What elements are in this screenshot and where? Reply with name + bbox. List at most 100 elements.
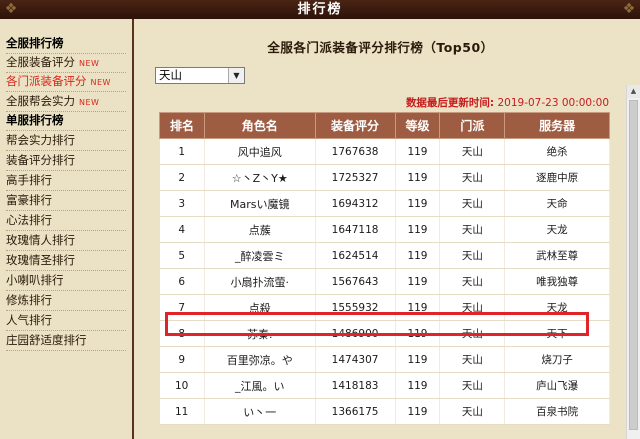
sidebar-item-wealth[interactable]: 富豪排行 xyxy=(6,191,126,211)
cell-sect: 天山 xyxy=(439,138,506,165)
col-header-level: 等级 xyxy=(394,112,441,139)
cell-name: _江風。い xyxy=(204,372,316,399)
table-row: 1 风中追风 1767638 119 天山 绝杀 xyxy=(159,138,610,165)
cell-server: 唯我独尊 xyxy=(504,268,610,295)
col-header-score: 装备评分 xyxy=(314,112,396,139)
cell-level: 119 xyxy=(395,346,441,373)
cell-rank: 7 xyxy=(159,294,205,321)
sidebar-item-master[interactable]: 高手排行 xyxy=(6,171,126,191)
table-row: 5 _醉凌雲ミ 1624514 119 天山 武林至尊 xyxy=(159,242,610,269)
cell-server: 庐山飞瀑 xyxy=(504,372,610,399)
cell-rank: 8 xyxy=(159,320,205,347)
scroll-up-icon[interactable]: ▲ xyxy=(627,85,640,98)
cell-name: 点殺 xyxy=(204,294,316,321)
cell-name: 点蔟 xyxy=(204,216,316,243)
cell-rank: 6 xyxy=(159,268,205,295)
right-strip xyxy=(627,19,640,85)
cell-score: 1474307 xyxy=(315,346,396,373)
cell-level: 119 xyxy=(395,372,441,399)
new-badge: NEW xyxy=(79,98,100,107)
table-row: 10 _江風。い 1418183 119 天山 庐山飞瀑 xyxy=(159,372,610,399)
cell-name: Marsい魔镜 xyxy=(204,190,316,217)
sidebar-item-mind-method[interactable]: 心法排行 xyxy=(6,211,126,231)
cell-score: 1647118 xyxy=(315,216,396,243)
cell-score: 1725327 xyxy=(315,164,396,191)
cell-level: 119 xyxy=(395,398,441,425)
table-row: 11 い丶一 1366175 119 天山 百泉书院 xyxy=(159,398,610,425)
table-header-row: 排名 角色名 装备评分 等级 门派 服务器 xyxy=(159,112,610,139)
sidebar-heading-global: 全服排行榜 xyxy=(6,34,126,54)
cell-level: 119 xyxy=(395,190,441,217)
ranking-title: 全服各门派装备评分排行榜（Top50） xyxy=(267,40,494,55)
cell-score: 1624514 xyxy=(315,242,396,269)
cell-rank: 4 xyxy=(159,216,205,243)
update-time-line: 数据最后更新时间: 2019-07-23 00:00:00 xyxy=(406,95,609,110)
cell-sect: 天山 xyxy=(439,346,506,373)
cell-server: 百泉书院 xyxy=(504,398,610,425)
scrollbar-thumb[interactable] xyxy=(629,100,638,430)
table-row: 9 百里弥凉。や 1474307 119 天山 烧刀子 xyxy=(159,346,610,373)
cell-name: い丶一 xyxy=(204,398,316,425)
page-title: 排行榜 xyxy=(297,2,343,17)
chevron-down-icon[interactable]: ▼ xyxy=(228,68,244,83)
cell-sect: 天山 xyxy=(439,268,506,295)
cell-level: 119 xyxy=(395,138,441,165)
new-badge: NEW xyxy=(79,59,100,68)
cell-level: 119 xyxy=(395,320,441,347)
title-bar: ❖ 排行榜 ❖ xyxy=(0,0,640,20)
cell-sect: 天山 xyxy=(439,242,506,269)
sidebar-item-global-equip-score[interactable]: 全服装备评分 NEW xyxy=(6,53,126,73)
cell-name: _醉凌雲ミ xyxy=(204,242,316,269)
cell-server: 天龙 xyxy=(504,294,610,321)
cell-sect: 天山 xyxy=(439,190,506,217)
cell-score: 1567643 xyxy=(315,268,396,295)
cell-server: 逐鹿中原 xyxy=(504,164,610,191)
vertical-scrollbar[interactable]: ▲ xyxy=(626,85,640,439)
sidebar-item-rose-saint[interactable]: 玫瑰情圣排行 xyxy=(6,251,126,271)
cell-score: 1418183 xyxy=(315,372,396,399)
sidebar-item-speaker[interactable]: 小喇叭排行 xyxy=(6,271,126,291)
table-row: 4 点蔟 1647118 119 天山 天龙 xyxy=(159,216,610,243)
cell-score: 1555932 xyxy=(315,294,396,321)
update-time-value: 2019-07-23 00:00:00 xyxy=(494,97,609,109)
main-panel: 全服各门派装备评分排行榜（Top50） 天山 ▼ 数据最后更新时间: 2019-… xyxy=(134,19,627,439)
sidebar-item-manor-comfort[interactable]: 庄园舒适度排行 xyxy=(6,331,126,351)
sidebar-item-cultivation[interactable]: 修炼排行 xyxy=(6,291,126,311)
col-header-sect: 门派 xyxy=(439,112,506,139)
table-row: 7 点殺 1555932 119 天山 天龙 xyxy=(159,294,610,321)
cell-sect: 天山 xyxy=(439,398,506,425)
col-header-rank: 排名 xyxy=(159,112,205,139)
cell-rank: 1 xyxy=(159,138,205,165)
cell-sect: 天山 xyxy=(439,164,506,191)
cell-score: 1486900 xyxy=(315,320,396,347)
sidebar-heading-server: 单服排行榜 xyxy=(6,111,126,131)
cell-rank: 10 xyxy=(159,372,205,399)
sidebar-item-equip-score[interactable]: 装备评分排行 xyxy=(6,151,126,171)
cell-server: 武林至尊 xyxy=(504,242,610,269)
sidebar-item-rose-lover[interactable]: 玫瑰情人排行 xyxy=(6,231,126,251)
cell-rank: 2 xyxy=(159,164,205,191)
cell-name: 苏秦. xyxy=(204,320,316,347)
cell-rank: 11 xyxy=(159,398,205,425)
sidebar-item-global-guild-power[interactable]: 全服帮会实力 NEW xyxy=(6,92,126,112)
table-row: 8 苏秦. 1486900 119 天山 天下 xyxy=(159,320,610,347)
cell-name: 风中追风 xyxy=(204,138,316,165)
sidebar-item-guild-power[interactable]: 帮会实力排行 xyxy=(6,131,126,151)
cell-score: 1767638 xyxy=(315,138,396,165)
ornament-right-icon: ❖ xyxy=(622,1,636,17)
cell-server: 烧刀子 xyxy=(504,346,610,373)
cell-name: 百里弥凉。や xyxy=(204,346,316,373)
col-header-name: 角色名 xyxy=(203,112,316,139)
cell-server: 天龙 xyxy=(504,216,610,243)
ranking-table: 排名 角色名 装备评分 等级 门派 服务器 1 风中追风 1767638 119 天山绝… xyxy=(159,112,610,425)
cell-server: 天命 xyxy=(504,190,610,217)
table-row: 2 ☆丶Z丶Y★ 1725327 119 天山 逐鹿中原 xyxy=(159,164,610,191)
sidebar-item-popularity[interactable]: 人气排行 xyxy=(6,311,126,331)
table-row: 3 Marsい魔镜 1694312 119 天山 天命 xyxy=(159,190,610,217)
cell-level: 119 xyxy=(395,216,441,243)
cell-level: 119 xyxy=(395,242,441,269)
cell-sect: 天山 xyxy=(439,320,506,347)
sect-select[interactable]: 天山 ▼ xyxy=(155,67,245,84)
sidebar-item-sect-equip-score[interactable]: 各门派装备评分 NEW xyxy=(6,72,126,92)
cell-sect: 天山 xyxy=(439,216,506,243)
